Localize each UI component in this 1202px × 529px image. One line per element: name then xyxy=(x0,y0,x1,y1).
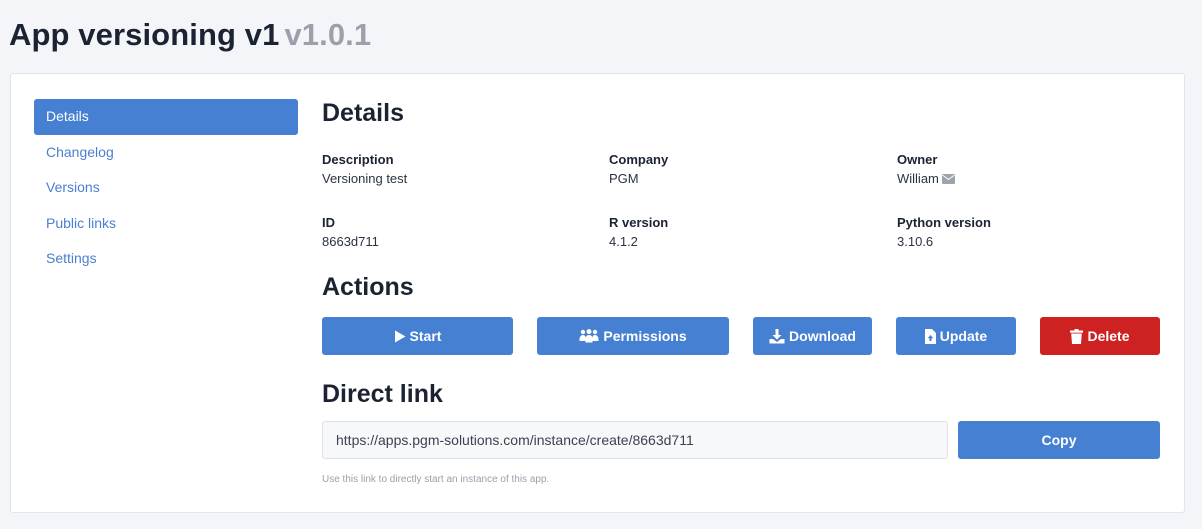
update-label: Update xyxy=(939,328,988,344)
start-button[interactable]: Start xyxy=(322,317,513,355)
field-label: ID xyxy=(322,215,335,230)
direct-link-hint: Use this link to directly start an insta… xyxy=(322,474,550,485)
field-value: PGM xyxy=(609,171,639,186)
start-label: Start xyxy=(409,328,442,344)
permissions-button[interactable]: Permissions xyxy=(537,317,729,355)
version-badge: v1.0.1 xyxy=(284,17,372,52)
sidebar-item-details[interactable]: Details xyxy=(34,99,298,135)
play-icon xyxy=(394,330,406,343)
field-value: Versioning test xyxy=(322,171,408,186)
page-title: App versioning v1 v1.0.1 xyxy=(9,17,371,53)
permissions-label: Permissions xyxy=(603,328,687,344)
trash-icon xyxy=(1070,328,1084,344)
download-label: Download xyxy=(789,328,856,344)
delete-label: Delete xyxy=(1087,328,1130,344)
field-value: 4.1.2 xyxy=(609,234,638,249)
details-heading: Details xyxy=(322,99,404,127)
app-card: Details Changelog Versions Public links … xyxy=(10,73,1185,513)
field-python-version: Python version 3.10.6 xyxy=(897,213,991,251)
download-button[interactable]: Download xyxy=(753,317,872,355)
delete-button[interactable]: Delete xyxy=(1040,317,1160,355)
field-label: Owner xyxy=(897,152,938,167)
app-name: App versioning v1 xyxy=(9,17,280,52)
field-label: Description xyxy=(322,152,394,167)
field-owner: Owner William xyxy=(897,150,955,189)
actions-heading: Actions xyxy=(322,273,414,301)
copy-label: Copy xyxy=(1041,432,1077,448)
users-icon xyxy=(579,329,599,343)
field-label: Python version xyxy=(897,215,991,230)
field-value: 3.10.6 xyxy=(897,234,934,249)
direct-link-heading: Direct link xyxy=(322,380,443,408)
copy-button[interactable]: Copy xyxy=(958,421,1160,459)
field-description: Description Versioning test xyxy=(322,150,407,188)
sidebar-item-settings[interactable]: Settings xyxy=(34,241,298,277)
update-button[interactable]: Update xyxy=(896,317,1016,355)
field-label: Company xyxy=(609,152,669,167)
direct-link-input[interactable] xyxy=(322,421,948,459)
sidebar-item-public-links[interactable]: Public links xyxy=(34,206,298,242)
download-icon xyxy=(769,328,785,344)
field-company: Company PGM xyxy=(609,150,668,188)
field-label: R version xyxy=(609,215,669,230)
owner-name: William xyxy=(897,171,939,186)
field-id: ID 8663d711 xyxy=(322,213,379,251)
field-r-version: R version 4.1.2 xyxy=(609,213,668,251)
envelope-icon[interactable] xyxy=(941,170,955,189)
file-upload-icon xyxy=(924,328,936,344)
sidebar-item-versions[interactable]: Versions xyxy=(34,170,298,206)
field-value: 8663d711 xyxy=(322,234,379,249)
sidebar-nav: Details Changelog Versions Public links … xyxy=(34,99,298,277)
sidebar-item-changelog[interactable]: Changelog xyxy=(34,135,298,171)
